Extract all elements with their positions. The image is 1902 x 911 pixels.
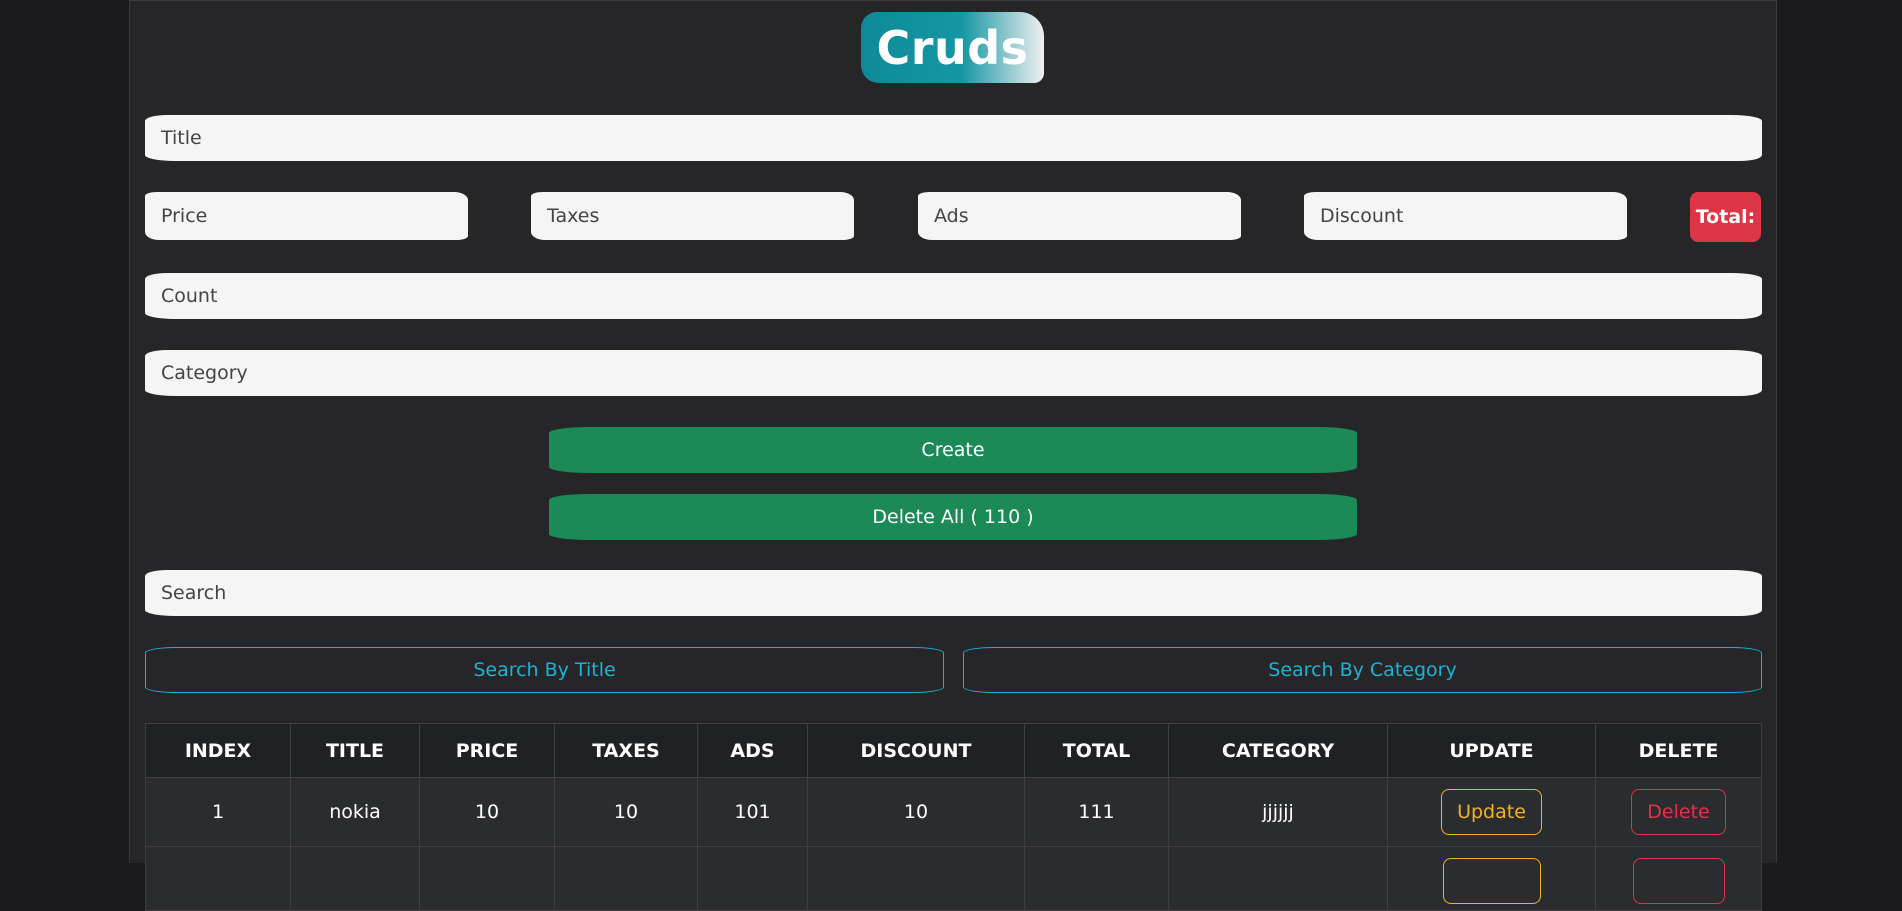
update-button[interactable]	[1442, 858, 1541, 904]
header-category: CATEGORY	[1168, 723, 1388, 778]
search-by-category-button[interactable]: Search By Category	[963, 647, 1762, 693]
header-ads: ADS	[697, 723, 808, 778]
cell-delete	[1595, 846, 1762, 911]
delete-all-button[interactable]: Delete All ( 110 )	[549, 494, 1357, 540]
cell-total	[1024, 846, 1169, 911]
table-row: 1 nokia 10 10 101 10 111 jjjjjj Update D…	[145, 777, 1762, 847]
cell-category: jjjjjj	[1168, 777, 1388, 847]
delete-button[interactable]	[1632, 858, 1725, 904]
cell-title: nokia	[290, 777, 420, 847]
title-input[interactable]: Title	[145, 115, 1762, 161]
cell-index	[145, 846, 291, 911]
cell-category	[1168, 846, 1388, 911]
cell-ads	[697, 846, 808, 911]
total-badge: Total:	[1690, 192, 1761, 242]
taxes-input[interactable]: Taxes	[531, 192, 854, 240]
products-table: INDEX TITLE PRICE TAXES ADS DISCOUNT TOT…	[145, 723, 1762, 911]
app-logo: Cruds	[861, 12, 1044, 83]
cell-total: 111	[1024, 777, 1169, 847]
header-title: TITLE	[290, 723, 420, 778]
cell-delete: Delete	[1595, 777, 1762, 847]
app-container: Cruds Title Price Taxes Ads Discount Tot…	[129, 0, 1777, 911]
price-input[interactable]: Price	[145, 192, 468, 240]
header-update: UPDATE	[1387, 723, 1596, 778]
header-discount: DISCOUNT	[807, 723, 1025, 778]
search-by-title-button[interactable]: Search By Title	[145, 647, 944, 693]
update-button[interactable]: Update	[1441, 789, 1542, 835]
cell-taxes: 10	[554, 777, 698, 847]
cell-price: 10	[419, 777, 555, 847]
ads-input[interactable]: Ads	[918, 192, 1241, 240]
search-input[interactable]: Search	[145, 570, 1762, 616]
table-header-row: INDEX TITLE PRICE TAXES ADS DISCOUNT TOT…	[145, 723, 1762, 778]
header-index: INDEX	[145, 723, 291, 778]
header-total: TOTAL	[1024, 723, 1169, 778]
create-button[interactable]: Create	[549, 427, 1357, 473]
category-input[interactable]: Category	[145, 350, 1762, 396]
cell-price	[419, 846, 555, 911]
table-row	[145, 846, 1762, 911]
header-price: PRICE	[419, 723, 555, 778]
cell-discount: 10	[807, 777, 1025, 847]
cell-title	[290, 846, 420, 911]
discount-input[interactable]: Discount	[1304, 192, 1627, 240]
header-delete: DELETE	[1595, 723, 1762, 778]
cell-index: 1	[145, 777, 291, 847]
cell-ads: 101	[697, 777, 808, 847]
header-taxes: TAXES	[554, 723, 698, 778]
cell-discount	[807, 846, 1025, 911]
count-input[interactable]: Count	[145, 273, 1762, 319]
cell-update	[1387, 846, 1596, 911]
cell-update: Update	[1387, 777, 1596, 847]
cell-taxes	[554, 846, 698, 911]
delete-button[interactable]: Delete	[1631, 789, 1726, 835]
